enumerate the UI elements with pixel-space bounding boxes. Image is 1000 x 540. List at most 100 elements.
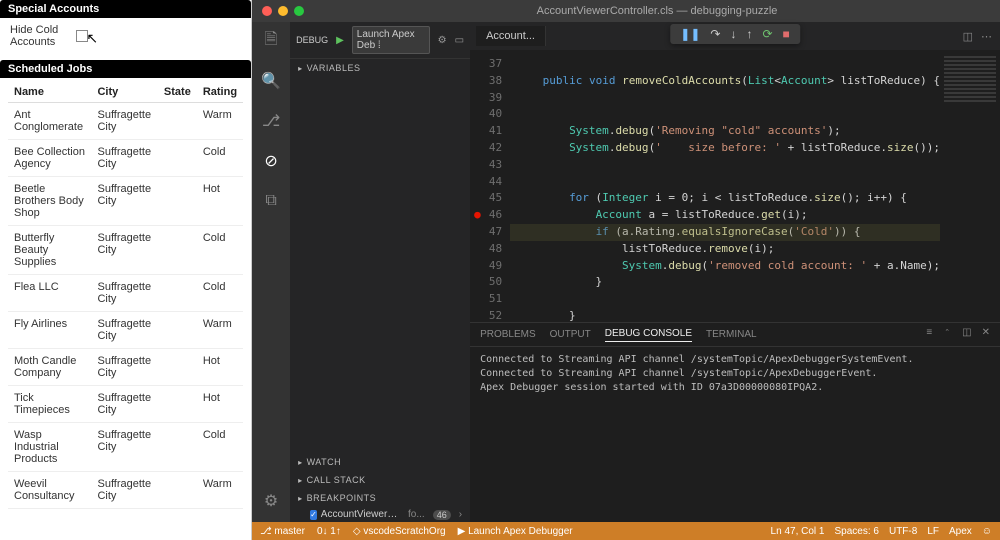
traffic-lights [252, 6, 314, 16]
cell-state [158, 386, 197, 423]
breakpoint-fo: fo... [408, 509, 425, 520]
cell-city: Suffragette City [91, 386, 157, 423]
scm-icon[interactable]: ⎇ [260, 110, 282, 132]
col-name: Name [8, 82, 91, 103]
table-row[interactable]: Weevil ConsultancySuffragette CityWarm [8, 472, 243, 509]
code-area[interactable]: public void removeColdAccounts(List<Acco… [510, 50, 940, 322]
status-feedback-icon[interactable]: ☺ [982, 526, 992, 537]
stop-icon[interactable]: ■ [783, 27, 790, 41]
cell-rating: Warm [197, 312, 243, 349]
git-sync[interactable]: 0↓ 1↑ [317, 526, 341, 537]
split-editor-icon[interactable]: ◫ [963, 30, 973, 43]
panel-tabs: PROBLEMS OUTPUT DEBUG CONSOLE TERMINAL ≡… [470, 323, 1000, 347]
settings-icon[interactable]: ⚙ [260, 490, 282, 512]
callstack-section[interactable]: CALL STACK [290, 471, 470, 489]
cell-state [158, 312, 197, 349]
scheduled-jobs-header: Scheduled Jobs [0, 60, 251, 78]
cell-rating: Cold [197, 140, 243, 177]
extensions-icon[interactable]: ⧉ [260, 190, 282, 212]
special-accounts-header: Special Accounts [0, 0, 251, 18]
editor-body[interactable]: 37 38 39 40 41 42 43 44 45 ●46 47 48 49 … [470, 50, 1000, 322]
cell-state [158, 472, 197, 509]
breakpoint-checkbox-icon[interactable]: ✓ [310, 510, 317, 520]
table-row[interactable]: Flea LLCSuffragette CityCold [8, 275, 243, 312]
variables-section[interactable]: VARIABLES [290, 59, 470, 77]
zoom-window-icon[interactable] [294, 6, 304, 16]
breakpoint-item[interactable]: ✓ AccountViewerController.cls fo... 46 › [290, 507, 470, 522]
panel-close-icon[interactable]: ✕ [982, 327, 990, 342]
table-row[interactable]: Fly AirlinesSuffragette CityWarm [8, 312, 243, 349]
tab-problems[interactable]: PROBLEMS [480, 329, 536, 340]
editor-tab[interactable]: Account... [476, 26, 546, 46]
cell-rating: Warm [197, 103, 243, 140]
table-row[interactable]: Moth Candle CompanySuffragette CityHot [8, 349, 243, 386]
cell-state [158, 226, 197, 275]
cell-rating: Hot [197, 177, 243, 226]
status-org[interactable]: ◇ vscodeScratchOrg [353, 526, 446, 537]
restart-icon[interactable]: ⟳ [762, 27, 772, 41]
cell-state [158, 423, 197, 472]
cell-state [158, 177, 197, 226]
cell-state [158, 140, 197, 177]
cell-name: Fly Airlines [8, 312, 91, 349]
debug-console-output: Connected to Streaming API channel /syst… [470, 347, 1000, 401]
cell-city: Suffragette City [91, 103, 157, 140]
chevron-right-icon[interactable]: › [459, 509, 462, 520]
status-position[interactable]: Ln 47, Col 1 [771, 526, 825, 537]
step-over-icon[interactable]: ↷ [710, 27, 720, 41]
git-branch[interactable]: ⎇ master [260, 526, 305, 537]
table-row[interactable]: Tick TimepiecesSuffragette CityHot [8, 386, 243, 423]
cell-name: Wasp Industrial Products [8, 423, 91, 472]
step-into-icon[interactable]: ↓ [730, 27, 736, 41]
cell-name: Tick Timepieces [8, 386, 91, 423]
tab-debug-console[interactable]: DEBUG CONSOLE [605, 328, 692, 342]
more-actions-icon[interactable]: ⋯ [981, 30, 992, 43]
col-rating: Rating [197, 82, 243, 103]
breakpoints-section[interactable]: BREAKPOINTS [290, 489, 470, 507]
cell-rating: Warm [197, 472, 243, 509]
window-title: AccountViewerController.cls — debugging-… [314, 5, 1000, 17]
status-language[interactable]: Apex [949, 526, 972, 537]
col-city: City [91, 82, 157, 103]
cursor-icon: ↖ [86, 30, 98, 47]
cell-name: Moth Candle Company [8, 349, 91, 386]
table-row[interactable]: Beetle Brothers Body ShopSuffragette Cit… [8, 177, 243, 226]
debug-floating-controls: ❚❚ ↷ ↓ ↑ ⟳ ■ [670, 24, 799, 44]
table-row[interactable]: Butterfly Beauty SuppliesSuffragette Cit… [8, 226, 243, 275]
pause-icon[interactable]: ❚❚ [680, 27, 700, 41]
debug-icon[interactable]: ⊘ [260, 150, 282, 172]
debug-config-dropdown[interactable]: Launch Apex Deb ⁞ [352, 26, 430, 54]
cell-state [158, 103, 197, 140]
debug-console-toggle-icon[interactable]: ▭ [455, 35, 464, 46]
table-header-row: Name City State Rating [8, 82, 243, 103]
tab-output[interactable]: OUTPUT [550, 329, 591, 340]
panel-collapse-icon[interactable]: ＾ [942, 327, 952, 342]
cell-rating: Hot [197, 349, 243, 386]
start-debug-icon[interactable]: ▶ [336, 35, 344, 46]
salesforce-panel: Special Accounts Hide Cold Accounts ↖ Sc… [0, 0, 252, 540]
status-spaces[interactable]: Spaces: 6 [834, 526, 878, 537]
table-row[interactable]: Bee Collection AgencySuffragette CityCol… [8, 140, 243, 177]
cell-city: Suffragette City [91, 226, 157, 275]
table-row[interactable]: Ant ConglomerateSuffragette CityWarm [8, 103, 243, 140]
editor-column: Account... ❚❚ ↷ ↓ ↑ ⟳ ■ ◫ ⋯ 37 38 39 40 … [470, 22, 1000, 522]
activity-bar: 🗎 🔍 ⎇ ⊘ ⧉ ⚙ [252, 22, 290, 522]
panel-filter-icon[interactable]: ≡ [926, 327, 932, 342]
search-icon[interactable]: 🔍 [260, 70, 282, 92]
explorer-icon[interactable]: 🗎 [260, 30, 282, 52]
debug-sidebar: DEBUG ▶ Launch Apex Deb ⁞ ⚙ ▭ VARIABLES … [290, 22, 470, 522]
line-gutter: 37 38 39 40 41 42 43 44 45 ●46 47 48 49 … [470, 50, 510, 322]
table-row[interactable]: Wasp Industrial ProductsSuffragette City… [8, 423, 243, 472]
panel-maximize-icon[interactable]: ◫ [962, 327, 971, 342]
step-out-icon[interactable]: ↑ [746, 27, 752, 41]
debug-gear-icon[interactable]: ⚙ [438, 35, 447, 46]
minimap[interactable] [940, 50, 1000, 322]
titlebar: AccountViewerController.cls — debugging-… [252, 0, 1000, 22]
close-window-icon[interactable] [262, 6, 272, 16]
tab-terminal[interactable]: TERMINAL [706, 329, 757, 340]
watch-section[interactable]: WATCH [290, 453, 470, 471]
status-launch[interactable]: ▶ Launch Apex Debugger [458, 526, 573, 537]
status-encoding[interactable]: UTF-8 [889, 526, 917, 537]
status-eol[interactable]: LF [927, 526, 939, 537]
minimize-window-icon[interactable] [278, 6, 288, 16]
